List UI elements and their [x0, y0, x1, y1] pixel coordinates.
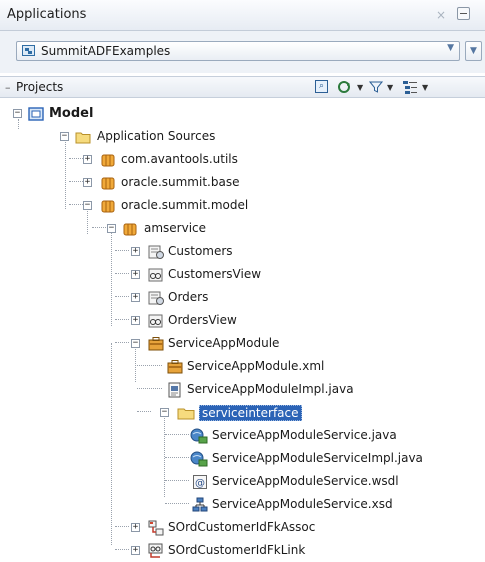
wsdl-file-icon: @ — [192, 474, 208, 490]
package-icon — [122, 221, 138, 237]
web-service-icon — [190, 428, 208, 444]
application-menu-button[interactable]: ▼ — [465, 41, 482, 61]
options-dropdown-icon[interactable]: ▼ — [420, 80, 428, 95]
tree-label: SOrdCustomerIdFkLink — [168, 543, 306, 557]
expand-icon[interactable]: + — [83, 155, 92, 164]
tree-label: CustomersView — [168, 267, 262, 281]
tree-label: ServiceAppModuleService.java — [212, 428, 397, 442]
find-icon[interactable]: ⌕ — [315, 80, 328, 95]
tree-label: Model — [49, 106, 94, 121]
tree-label: oracle.summit.base — [121, 175, 240, 189]
folder-icon — [75, 129, 91, 145]
entity-object-icon — [148, 290, 164, 306]
tree-label: OrdersView — [168, 313, 237, 327]
application-icon — [22, 45, 35, 56]
collapse-icon[interactable]: − — [160, 408, 169, 417]
applications-header: Applications × — [0, 0, 485, 31]
tree-label: oracle.summit.model — [121, 198, 249, 212]
project-tree: − Model − Application Sources + com.avan… — [0, 98, 485, 558]
collapse-icon[interactable]: − — [13, 109, 22, 118]
projects-title[interactable]: Projects — [16, 80, 63, 94]
folder-icon — [177, 405, 195, 421]
collapse-icon[interactable]: − — [83, 201, 92, 210]
schema-file-icon — [192, 497, 208, 513]
expand-icon[interactable]: + — [131, 247, 140, 256]
collapse-icon[interactable]: − — [107, 224, 116, 233]
expand-icon[interactable]: + — [131, 270, 140, 279]
options-icon[interactable] — [402, 80, 418, 95]
expand-icon[interactable]: + — [131, 293, 140, 302]
tree-label: ServiceAppModule.xml — [187, 359, 325, 373]
package-icon — [100, 175, 116, 191]
tree-label: ServiceAppModuleServiceImpl.java — [212, 451, 423, 465]
tree-label: SOrdCustomerIdFkAssoc — [168, 520, 316, 534]
tree-label: Customers — [168, 244, 233, 258]
projects-header: – Projects ⌕ ▼ ▼ ▼ — [0, 76, 485, 98]
package-icon — [100, 198, 116, 214]
tree-label: ServiceAppModuleService.xsd — [212, 497, 393, 511]
application-name: SummitADFExamples — [41, 44, 171, 58]
java-file-icon — [167, 382, 183, 398]
view-object-icon — [148, 267, 164, 283]
minimize-icon[interactable] — [457, 7, 470, 20]
chevron-down-icon[interactable]: ▼ — [447, 43, 454, 53]
svg-text:@: @ — [195, 478, 205, 489]
filter-icon[interactable] — [368, 80, 384, 95]
package-icon — [100, 152, 116, 168]
tree-label: ServiceAppModuleImpl.java — [187, 382, 354, 396]
web-service-icon — [190, 451, 208, 467]
tree-label-selected: serviceinterface — [199, 405, 302, 421]
filter-dropdown-icon[interactable]: ▼ — [385, 80, 393, 95]
collapse-panel-icon[interactable]: – — [5, 81, 11, 94]
project-icon — [28, 106, 44, 122]
application-module-icon — [148, 336, 164, 352]
application-module-icon — [167, 359, 183, 375]
applications-title: Applications — [7, 7, 87, 22]
collapse-icon[interactable]: − — [131, 339, 140, 348]
tree-label: Orders — [168, 290, 209, 304]
sync-icon[interactable] — [337, 80, 353, 95]
collapse-icon[interactable]: − — [60, 132, 69, 141]
tree-label: amservice — [144, 221, 207, 235]
application-select[interactable]: SummitADFExamples ▼ — [16, 41, 460, 61]
expand-icon[interactable]: + — [131, 316, 140, 325]
close-icon[interactable]: × — [436, 8, 446, 22]
expand-icon[interactable]: + — [131, 523, 140, 532]
view-link-icon — [148, 543, 164, 559]
tree-label: ServiceAppModule — [168, 336, 280, 350]
sync-dropdown-icon[interactable]: ▼ — [355, 80, 363, 95]
tree-label: com.avantools.utils — [121, 152, 238, 166]
tree-label: Application Sources — [97, 129, 216, 143]
expand-icon[interactable]: + — [83, 178, 92, 187]
entity-object-icon — [148, 244, 164, 260]
tree-label: ServiceAppModuleService.wsdl — [212, 474, 399, 488]
view-object-icon — [148, 313, 164, 329]
application-selector-row: SummitADFExamples ▼ ▼ — [0, 31, 485, 73]
association-icon — [148, 520, 164, 536]
